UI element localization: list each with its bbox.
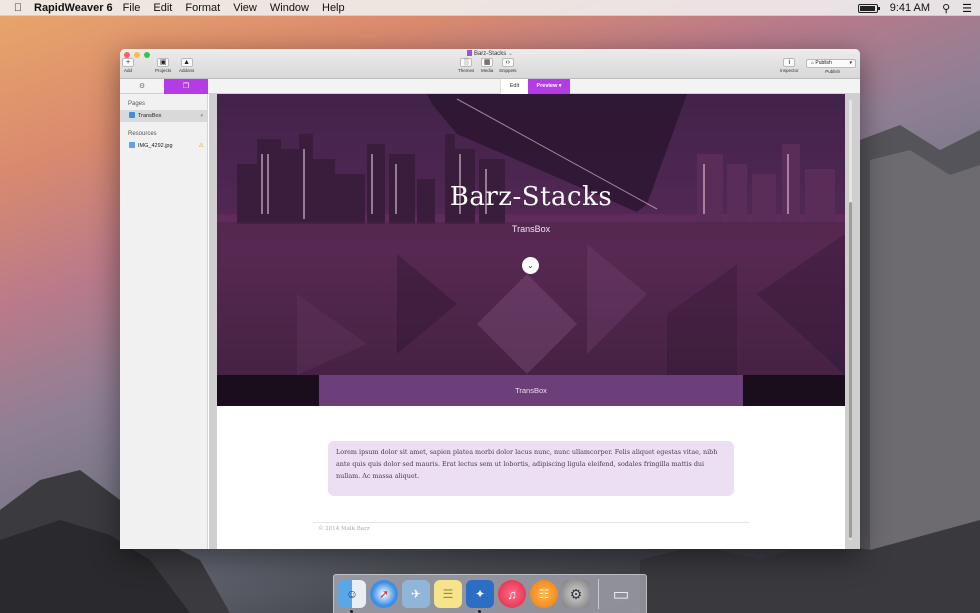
- pages-header: Pages: [128, 101, 146, 107]
- plus-icon: +: [122, 58, 134, 67]
- notification-center-icon[interactable]: ☰: [962, 2, 972, 15]
- battery-icon[interactable]: [857, 3, 880, 13]
- ibooks-icon[interactable]: ☷: [530, 580, 558, 608]
- apple-menu-icon[interactable]: : [6, 2, 30, 14]
- menu-view[interactable]: View: [233, 2, 257, 14]
- menu-app-name[interactable]: RapidWeaver 6: [34, 2, 113, 14]
- addons-button[interactable]: ▲ Addons: [179, 58, 194, 73]
- publish-button[interactable]: ⌂ Publish ▾: [806, 59, 856, 68]
- media-button[interactable]: ▦ Media: [481, 58, 493, 73]
- hero-banner: Barz-Stacks TransBox ⌄: [217, 94, 845, 375]
- sidebar: Pages TransBox ▾ Resources IMG_4292.jpg …: [120, 94, 208, 549]
- window-title: Barz-Stacks ⌄: [120, 50, 860, 57]
- footer-copyright: © 2014 Malk Barz: [318, 526, 370, 532]
- home-icon: ⌂: [811, 60, 815, 66]
- chevron-down-icon: ▾: [849, 60, 852, 66]
- projects-button[interactable]: ▣ Projects: [155, 58, 171, 73]
- transbox-bar: TransBox: [319, 375, 743, 406]
- menu-format[interactable]: Format: [185, 2, 220, 14]
- rapidweaver-icon[interactable]: ✦: [466, 580, 494, 613]
- media-icon: ▦: [481, 58, 494, 67]
- hero-title: Barz-Stacks: [449, 182, 613, 212]
- menu-edit[interactable]: Edit: [153, 2, 172, 14]
- spotlight-icon[interactable]: ⚲: [942, 2, 950, 15]
- tab-preview[interactable]: Preview ▾: [528, 79, 570, 94]
- chevron-down-icon[interactable]: ▾: [200, 110, 203, 122]
- rapidweaver-window: Barz-Stacks ⌄ + Add ▣ Projects ▲ Addons …: [120, 49, 860, 549]
- inspector-button[interactable]: i Inspector: [780, 58, 799, 73]
- info-icon: i: [783, 58, 796, 67]
- web-page-preview: Barz-Stacks TransBox ⌄ TransBox Lorem ip…: [217, 94, 845, 549]
- sidebar-tab-pages[interactable]: ❐: [164, 79, 208, 94]
- image-file-icon: [129, 142, 135, 148]
- tab-bar: ⚙ ❐ Edit Preview ▾: [120, 79, 860, 94]
- pages-icon: ❐: [182, 83, 190, 90]
- finder-icon[interactable]: ☺: [338, 580, 366, 613]
- resource-item[interactable]: IMG_4292.jpg ⚠: [120, 140, 207, 152]
- lorem-callout: Lorem ipsum dolor sit amet, sapien plate…: [328, 441, 734, 496]
- code-brackets-icon: ‹›: [501, 58, 514, 67]
- publish-label: Publish: [825, 69, 840, 74]
- menu-file[interactable]: File: [123, 2, 141, 14]
- trash-icon[interactable]: ▭: [607, 580, 635, 608]
- preview-area: Barz-Stacks TransBox ⌄ TransBox Lorem ip…: [209, 94, 860, 549]
- preview-icon[interactable]: ✈: [402, 580, 430, 608]
- transbox-strip: TransBox: [217, 375, 845, 406]
- document-icon: [466, 50, 472, 56]
- tab-edit[interactable]: Edit: [500, 79, 528, 94]
- itunes-icon[interactable]: ♫: [498, 580, 526, 608]
- scroll-down-button[interactable]: ⌄: [522, 257, 539, 274]
- add-button[interactable]: + Add: [122, 58, 134, 73]
- snippets-button[interactable]: ‹› Snippets: [499, 58, 517, 73]
- dock-separator: [598, 579, 599, 609]
- resources-header: Resources: [128, 131, 157, 137]
- preview-scrollbar[interactable]: [849, 100, 852, 540]
- page-icon: [129, 112, 135, 118]
- hero-subtitle: TransBox: [511, 224, 551, 234]
- notes-icon[interactable]: ☰: [434, 580, 462, 608]
- chevron-down-icon: ⌄: [527, 261, 534, 270]
- sidebar-page-item[interactable]: TransBox ▾: [120, 110, 207, 122]
- system-preferences-icon[interactable]: ⚙: [562, 580, 590, 608]
- window-titlebar: Barz-Stacks ⌄ + Add ▣ Projects ▲ Addons …: [120, 49, 860, 79]
- menu-bar:  RapidWeaver 6 File Edit Format View Wi…: [0, 0, 980, 16]
- city-skyline-image: [217, 94, 845, 375]
- menu-clock[interactable]: 9:41 AM: [890, 2, 930, 14]
- dock: ☺ ➚ ✈ ☰ ✦ ♫ ☷ ⚙ ▭: [333, 574, 647, 613]
- puzzle-icon: ▲: [180, 58, 193, 67]
- sidebar-tab-settings[interactable]: ⚙: [120, 79, 164, 94]
- themes-icon: ░: [460, 58, 473, 67]
- footer-divider: [313, 522, 749, 523]
- warning-icon: ⚠: [198, 143, 204, 149]
- wrench-icon: ⚙: [138, 83, 146, 90]
- safari-icon[interactable]: ➚: [370, 580, 398, 608]
- scrollbar-thumb[interactable]: [849, 202, 852, 538]
- chevron-down-icon: ▾: [558, 83, 562, 89]
- themes-button[interactable]: ░ Themes: [458, 58, 474, 73]
- menu-window[interactable]: Window: [270, 2, 309, 14]
- menu-help[interactable]: Help: [322, 2, 345, 14]
- projects-icon: ▣: [157, 58, 170, 67]
